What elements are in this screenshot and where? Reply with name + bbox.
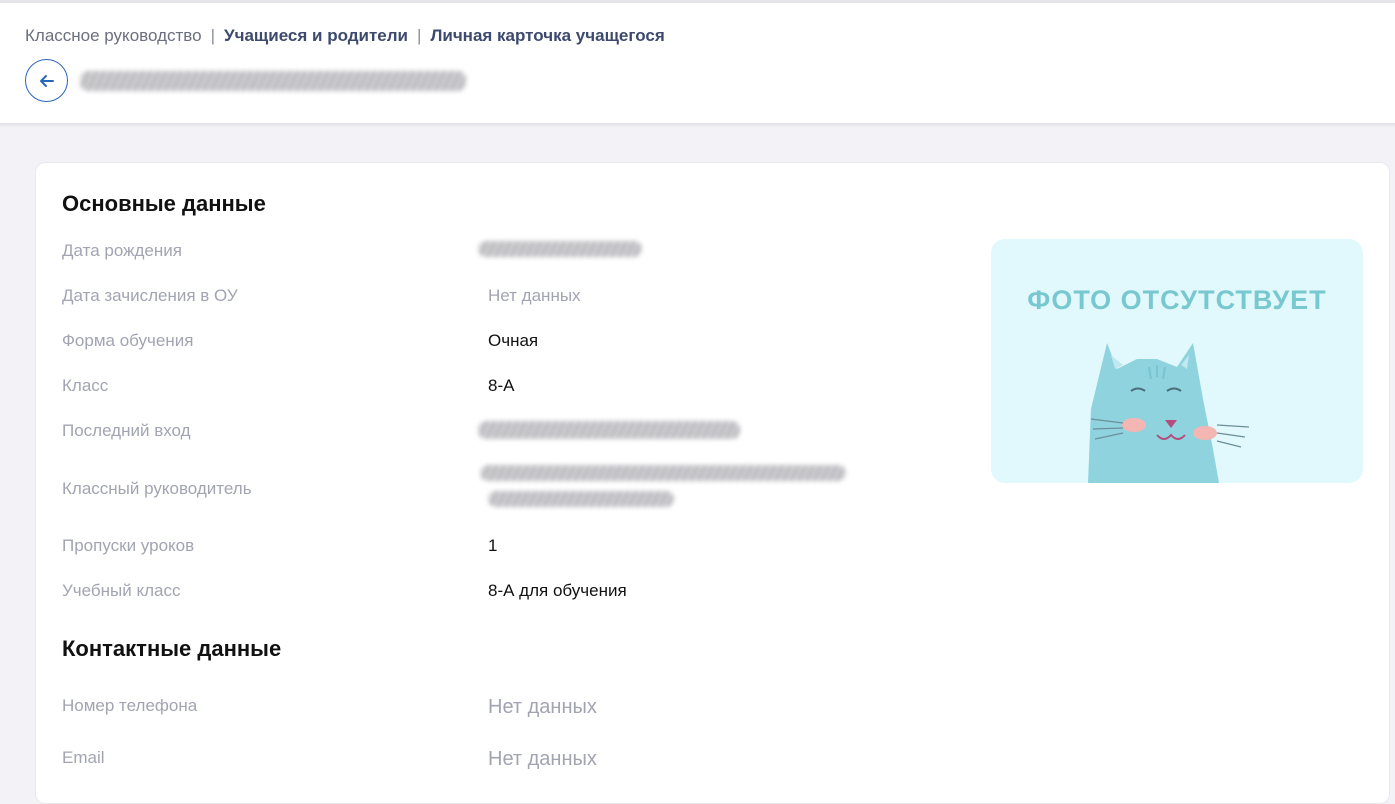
label-enrollment-date: Дата зачисления в ОУ [62, 286, 238, 305]
student-name-redacted [80, 71, 466, 91]
label-birth-date: Дата рождения [62, 241, 182, 260]
value-phone: Нет данных [488, 696, 597, 718]
student-photo-placeholder: ФОТО ОТСУТСТВУЕТ [991, 239, 1363, 483]
photo-missing-text: ФОТО ОТСУТСТВУЕТ [1027, 285, 1327, 315]
breadcrumb-item-students-parents[interactable]: Учащиеся и родители [224, 26, 408, 46]
label-phone: Номер телефона [62, 696, 198, 715]
value-birth-date-redacted [478, 241, 642, 257]
label-study-form: Форма обучения [62, 331, 194, 350]
label-study-class: Учебный класс [62, 581, 181, 600]
breadcrumb-item-class-management[interactable]: Классное руководство [25, 26, 202, 46]
label-last-login: Последний вход [62, 421, 191, 440]
label-email: Email [62, 748, 105, 767]
value-enrollment-date: Нет данных [488, 286, 581, 305]
label-class-teacher: Классный руководитель [62, 479, 252, 498]
cat-placeholder-icon [1088, 343, 1250, 483]
section-title-basic: Основные данные [62, 191, 266, 216]
page-header: Классное руководство | Учащиеся и родите… [0, 3, 1395, 125]
label-class: Класс [62, 376, 109, 395]
breadcrumb-item-student-card[interactable]: Личная карточка учащегося [430, 26, 664, 46]
value-study-form: Очная [488, 331, 539, 350]
value-class: 8-А [488, 376, 515, 395]
back-button[interactable] [25, 59, 68, 102]
value-study-class: 8-А для обучения [488, 581, 627, 600]
breadcrumb: Классное руководство | Учащиеся и родите… [25, 26, 665, 46]
student-card: Основные данные Дата рождения Дата зачис… [35, 162, 1390, 804]
label-absences: Пропуски уроков [62, 536, 195, 555]
section-title-contacts: Контактные данные [62, 636, 282, 661]
arrow-left-icon [39, 74, 54, 87]
value-class-teacher-redacted-line1 [480, 465, 846, 481]
breadcrumb-separator: | [210, 26, 215, 45]
value-last-login-redacted [478, 421, 740, 439]
value-absences: 1 [488, 536, 498, 555]
value-email: Нет данных [488, 748, 597, 770]
value-class-teacher-redacted-line2 [488, 491, 674, 507]
breadcrumb-separator: | [417, 26, 422, 45]
